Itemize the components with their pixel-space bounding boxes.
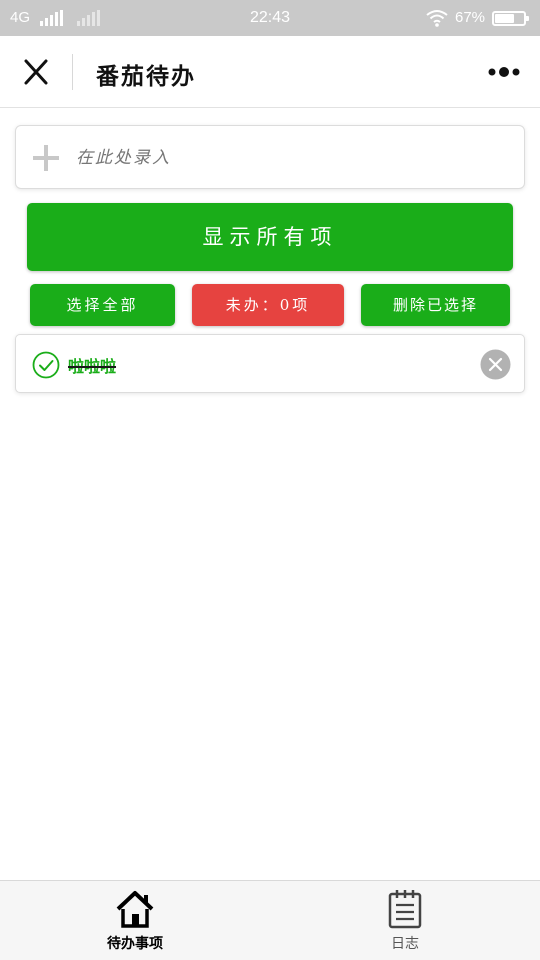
- todo-list: 啦啦啦: [15, 334, 525, 393]
- page-title: 番茄待办: [96, 63, 196, 90]
- todo-input-card: [15, 125, 525, 189]
- battery-percent: 67%: [455, 9, 486, 26]
- todo-input[interactable]: [76, 138, 506, 178]
- tab-todo[interactable]: 待办事项: [90, 881, 180, 960]
- delete-selected-button[interactable]: 删除已选择: [361, 284, 510, 326]
- select-all-button[interactable]: 选择全部: [30, 284, 175, 326]
- todo-item-text: 啦啦啦: [68, 357, 117, 376]
- status-bar: 4G 22:43 67%: [0, 0, 540, 36]
- more-dots-icon[interactable]: [486, 66, 522, 78]
- todo-item[interactable]: 啦啦啦: [15, 334, 525, 393]
- tab-bar: 待办事项 日志: [0, 880, 540, 960]
- notebook-icon: [388, 890, 422, 929]
- battery-fill: [495, 14, 514, 23]
- pending-count-button[interactable]: 未办：0项: [192, 284, 344, 326]
- check-circle-icon[interactable]: [32, 351, 60, 379]
- battery-icon: [492, 11, 529, 26]
- nav-divider: [72, 54, 73, 90]
- show-all-button[interactable]: 显示所有项: [27, 203, 513, 271]
- close-icon[interactable]: [18, 57, 54, 87]
- wifi-icon: [426, 10, 448, 27]
- clear-circle-icon[interactable]: [480, 349, 511, 380]
- tab-log-label: 日志: [391, 936, 419, 952]
- home-icon: [116, 891, 154, 928]
- tab-todo-label: 待办事项: [107, 936, 163, 952]
- nav-bar: 番茄待办: [0, 36, 540, 108]
- plus-icon[interactable]: [32, 144, 60, 172]
- tab-log[interactable]: 日志: [360, 881, 450, 960]
